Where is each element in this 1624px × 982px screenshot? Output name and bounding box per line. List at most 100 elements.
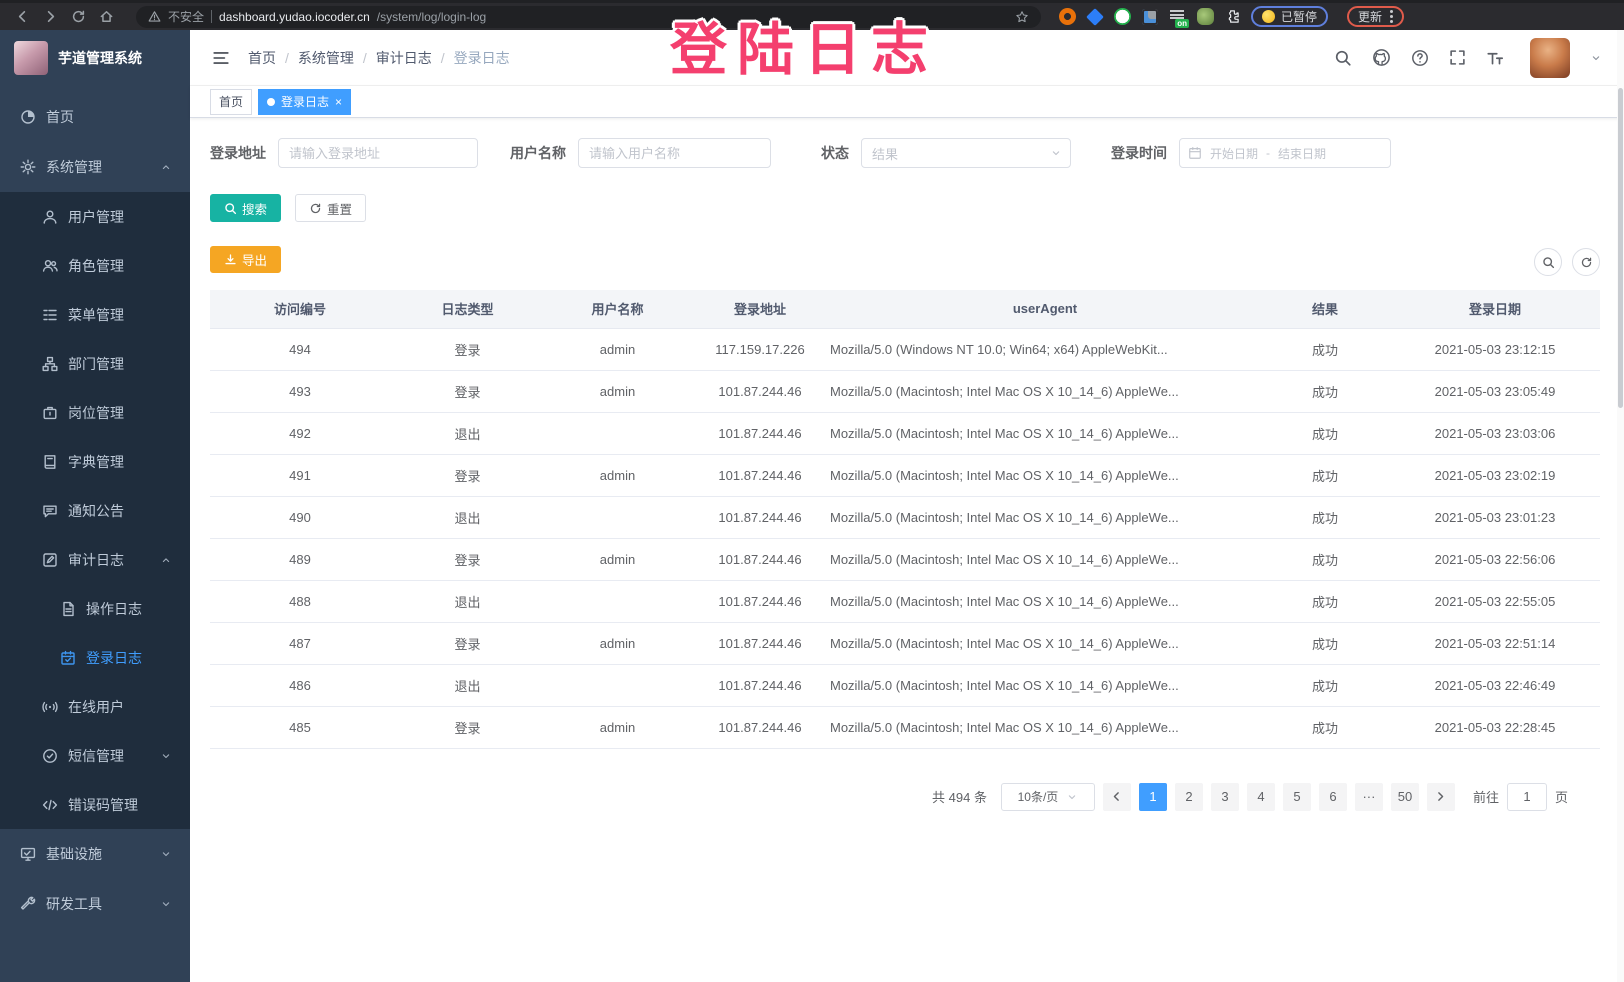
sidebar-item-11[interactable]: 登录日志 xyxy=(0,633,190,682)
search-button[interactable]: 搜索 xyxy=(210,194,281,222)
page-button-2[interactable]: 2 xyxy=(1175,783,1203,811)
sidebar-item-9[interactable]: 审计日志 xyxy=(0,535,190,584)
table-row[interactable]: 492退出101.87.244.46Mozilla/5.0 (Macintosh… xyxy=(210,412,1600,454)
column-header-6[interactable]: 登录日期 xyxy=(1390,290,1600,328)
font-size-icon[interactable] xyxy=(1486,49,1504,67)
login-address-input[interactable] xyxy=(278,138,478,168)
page-button-3[interactable]: 3 xyxy=(1211,783,1239,811)
extension-green-check-icon[interactable] xyxy=(1114,8,1131,25)
browser-back-icon[interactable] xyxy=(10,5,34,29)
tab-active-1[interactable]: 登录日志× xyxy=(258,89,351,115)
extension-orange-icon[interactable] xyxy=(1059,8,1076,25)
table-row[interactable]: 486退出101.87.244.46Mozilla/5.0 (Macintosh… xyxy=(210,664,1600,706)
goto-page-input[interactable] xyxy=(1507,783,1547,811)
column-header-0[interactable]: 访问编号 xyxy=(210,290,390,328)
sidebar-item-6[interactable]: 岗位管理 xyxy=(0,388,190,437)
sidebar-item-8[interactable]: 通知公告 xyxy=(0,486,190,535)
pagination-total: 共 494 条 xyxy=(932,787,987,806)
status-select[interactable]: 结果 xyxy=(861,138,1071,168)
paused-badge[interactable]: 已暂停 xyxy=(1251,6,1328,27)
cell-address: 117.159.17.226 xyxy=(690,328,830,370)
cell-type: 退出 xyxy=(390,412,545,454)
browser-forward-icon[interactable] xyxy=(38,5,62,29)
close-icon[interactable]: × xyxy=(335,96,342,108)
chevron-down-icon[interactable] xyxy=(1590,52,1602,64)
extension-plant-icon[interactable] xyxy=(1197,8,1214,25)
extensions-puzzle-icon[interactable] xyxy=(1225,9,1240,24)
browser-menu-icon[interactable] xyxy=(1390,10,1393,23)
cell-result: 成功 xyxy=(1260,538,1390,580)
table-row[interactable]: 485登录admin101.87.244.46Mozilla/5.0 (Maci… xyxy=(210,706,1600,748)
users-icon xyxy=(42,258,58,274)
page-scrollbar[interactable] xyxy=(1617,30,1624,982)
username-input[interactable] xyxy=(578,138,771,168)
column-header-3[interactable]: 登录地址 xyxy=(690,290,830,328)
cell-username: admin xyxy=(545,328,690,370)
sidebar-item-3[interactable]: 角色管理 xyxy=(0,241,190,290)
column-header-5[interactable]: 结果 xyxy=(1260,290,1390,328)
address-bar[interactable]: 不安全 dashboard.yudao.iocoder.cn/system/lo… xyxy=(136,6,1041,28)
table-row[interactable]: 494登录admin117.159.17.226Mozilla/5.0 (Win… xyxy=(210,328,1600,370)
table-row[interactable]: 491登录admin101.87.244.46Mozilla/5.0 (Maci… xyxy=(210,454,1600,496)
export-button[interactable]: 导出 xyxy=(210,246,281,273)
page-size-select[interactable]: 10条/页 xyxy=(1001,783,1095,811)
extension-blue-diamond-icon[interactable] xyxy=(1086,8,1104,26)
sidebar-item-4[interactable]: 菜单管理 xyxy=(0,290,190,339)
cell-id: 487 xyxy=(210,622,390,664)
sidebar-item-14[interactable]: 错误码管理 xyxy=(0,780,190,829)
prev-page-button[interactable] xyxy=(1103,783,1131,811)
extension-grid-icon[interactable] xyxy=(1142,9,1158,25)
browser-home-icon[interactable] xyxy=(94,5,118,29)
page-button-5[interactable]: 5 xyxy=(1283,783,1311,811)
table-row[interactable]: 493登录admin101.87.244.46Mozilla/5.0 (Maci… xyxy=(210,370,1600,412)
cell-address: 101.87.244.46 xyxy=(690,370,830,412)
hamburger-icon[interactable] xyxy=(212,49,230,67)
browser-update-button[interactable]: 更新 xyxy=(1347,6,1404,27)
column-header-4[interactable]: userAgent xyxy=(830,290,1260,328)
refresh-table-button[interactable] xyxy=(1572,248,1600,276)
page-button-50[interactable]: 50 xyxy=(1391,783,1419,811)
table-row[interactable]: 490退出101.87.244.46Mozilla/5.0 (Macintosh… xyxy=(210,496,1600,538)
help-icon[interactable] xyxy=(1411,49,1429,67)
sidebar-item-15[interactable]: 基础设施 xyxy=(0,829,190,879)
column-header-2[interactable]: 用户名称 xyxy=(545,290,690,328)
tab--0[interactable]: 首页 xyxy=(210,89,252,115)
extension-toggle-on-icon[interactable]: on xyxy=(1169,10,1186,24)
sidebar-item-5[interactable]: 部门管理 xyxy=(0,339,190,388)
toggle-search-button[interactable] xyxy=(1534,248,1562,276)
breadcrumb-item-1[interactable]: 系统管理 xyxy=(298,48,354,68)
bookmark-star-icon[interactable] xyxy=(1015,10,1029,24)
browser-reload-icon[interactable] xyxy=(66,5,90,29)
sidebar-logo-row[interactable]: 芋道管理系统 xyxy=(0,30,190,86)
page-button-6[interactable]: 6 xyxy=(1319,783,1347,811)
sidebar-item-7[interactable]: 字典管理 xyxy=(0,437,190,486)
monitor-icon xyxy=(20,846,36,862)
breadcrumb-item-2[interactable]: 审计日志 xyxy=(376,48,432,68)
table-row[interactable]: 487登录admin101.87.244.46Mozilla/5.0 (Maci… xyxy=(210,622,1600,664)
page-ellipsis[interactable]: ··· xyxy=(1355,783,1383,811)
table-row[interactable]: 488退出101.87.244.46Mozilla/5.0 (Macintosh… xyxy=(210,580,1600,622)
sidebar-item-16[interactable]: 研发工具 xyxy=(0,879,190,929)
user-avatar[interactable] xyxy=(1530,38,1570,78)
security-label[interactable]: 不安全 xyxy=(168,8,204,25)
page-content: 登录地址 用户名称 状态 结果 登录时间 开始日期 - 结束日期 xyxy=(190,118,1624,982)
page-button-1[interactable]: 1 xyxy=(1139,783,1167,811)
breadcrumb-item-0[interactable]: 首页 xyxy=(248,48,276,68)
scrollbar-thumb[interactable] xyxy=(1618,88,1623,408)
table-row[interactable]: 489登录admin101.87.244.46Mozilla/5.0 (Maci… xyxy=(210,538,1600,580)
page-button-4[interactable]: 4 xyxy=(1247,783,1275,811)
next-page-button[interactable] xyxy=(1427,783,1455,811)
github-icon[interactable] xyxy=(1372,48,1391,67)
sidebar-item-13[interactable]: 短信管理 xyxy=(0,731,190,780)
reset-button[interactable]: 重置 xyxy=(295,194,366,222)
sidebar-item-label: 短信管理 xyxy=(68,746,124,766)
fullscreen-icon[interactable] xyxy=(1449,49,1466,66)
sidebar-item-2[interactable]: 用户管理 xyxy=(0,192,190,241)
login-time-range-picker[interactable]: 开始日期 - 结束日期 xyxy=(1179,138,1391,168)
search-icon[interactable] xyxy=(1334,49,1352,67)
sidebar-item-12[interactable]: 在线用户 xyxy=(0,682,190,731)
sidebar-item-1[interactable]: 系统管理 xyxy=(0,142,190,192)
sidebar-item-0[interactable]: 首页 xyxy=(0,92,190,142)
column-header-1[interactable]: 日志类型 xyxy=(390,290,545,328)
sidebar-item-10[interactable]: 操作日志 xyxy=(0,584,190,633)
